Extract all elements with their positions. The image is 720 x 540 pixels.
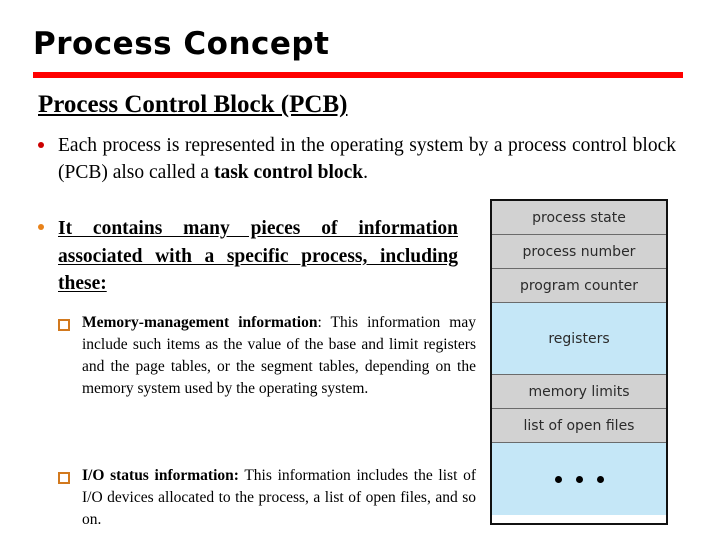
pcb-row-label: list of open files [523,417,635,434]
pcb-row: memory limits [492,375,666,409]
title-underline-rule [33,72,683,78]
sub-bullet-2-bold-term: I/O status information: [82,467,239,484]
bullet-1-bold-term: task control block [213,161,364,183]
pcb-row: list of open files [492,409,666,443]
sub-bullet-1-bold-term: Memory-management information [82,314,318,331]
bullet-item-1: Each process is represented in the opera… [38,133,678,187]
ellipsis-icon [554,475,604,483]
pcb-row-ellipsis [492,443,666,515]
pcb-row-label: memory limits [528,383,630,400]
sub-bullet-item-2-text: I/O status information: This information… [82,465,476,531]
pcb-row-label: process state [532,209,626,226]
pcb-row: program counter [492,269,666,303]
sub-bullet-item-1: Memory-management information: This info… [58,312,476,400]
pcb-row: process state [492,201,666,235]
pcb-row-label: process number [522,243,636,260]
bullet-dot-icon [38,224,44,230]
hollow-square-icon [58,472,70,484]
bullet-item-2-text: It contains many pieces of information a… [58,218,458,295]
bullet-item-2: It contains many pieces of information a… [38,215,468,298]
pcb-row: process number [492,235,666,269]
section-subtitle: Process Control Block (PCB) [38,91,348,118]
sub-bullet-item-1-text: Memory-management information: This info… [82,312,476,400]
bullet-item-1-text: Each process is represented in the opera… [58,133,676,187]
pcb-diagram: process state process number program count… [490,199,668,525]
sub-bullet-item-2: I/O status information: This information… [58,465,476,531]
pcb-row: registers [492,303,666,375]
pcb-row-label: registers [548,330,610,347]
bullet-dot-icon [38,142,44,148]
bullet-1-tail: . [363,161,368,183]
pcb-row-label: program counter [519,277,639,294]
hollow-square-icon [58,319,70,331]
page-title: Process Concept [33,26,330,62]
